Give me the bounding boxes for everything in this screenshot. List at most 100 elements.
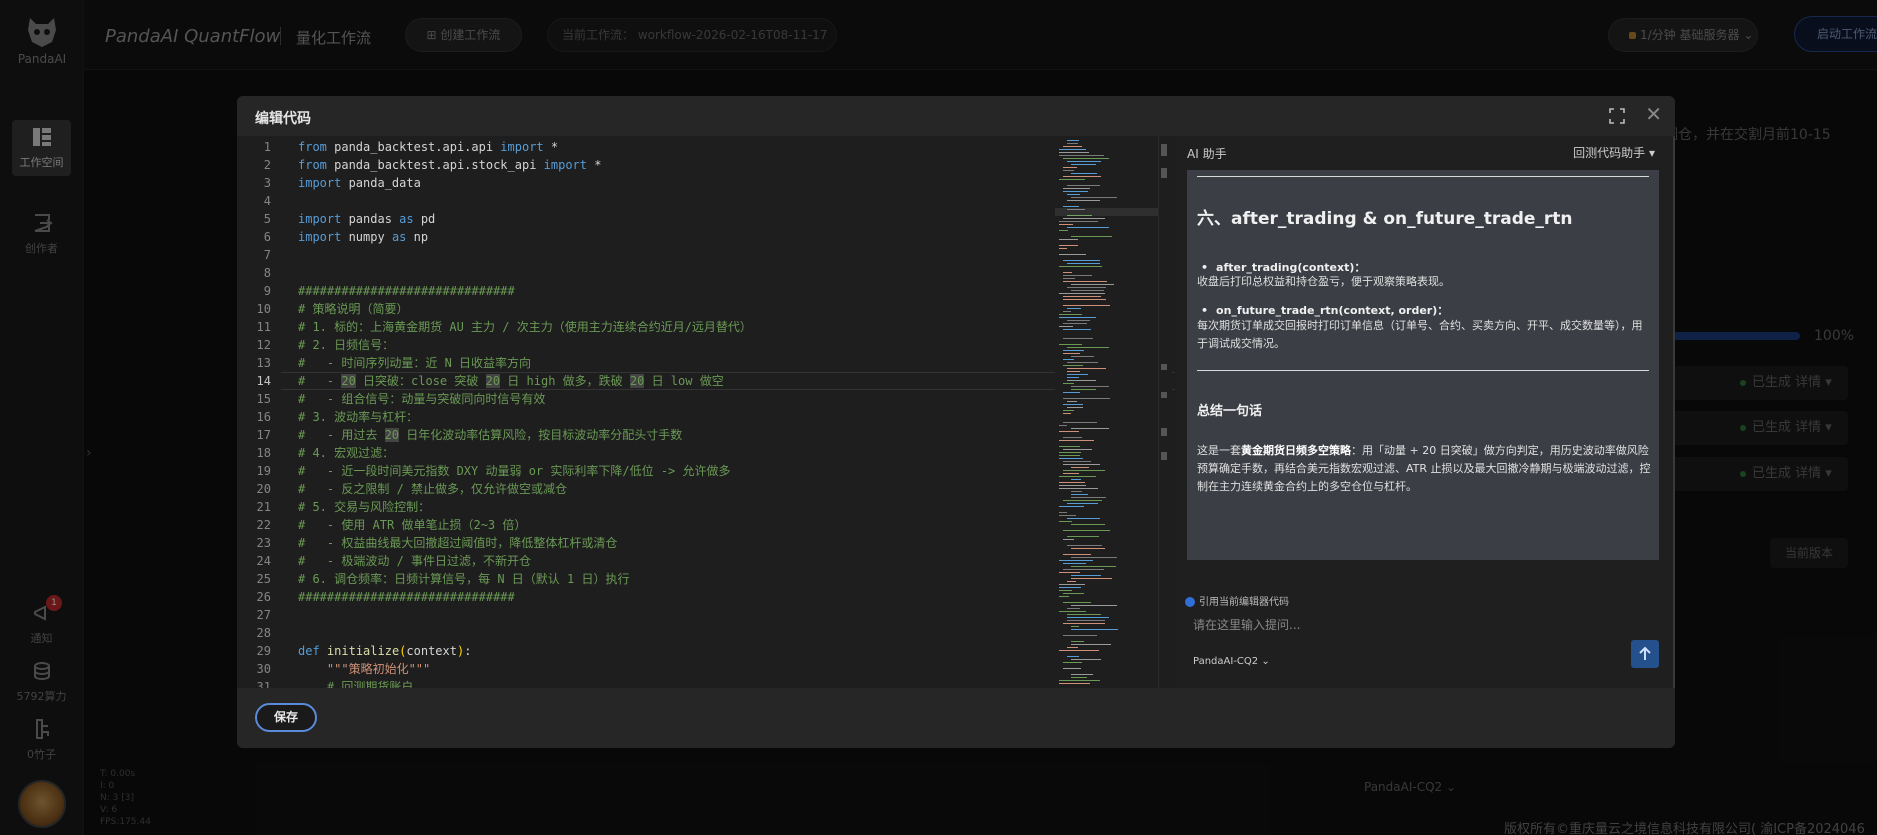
close-icon[interactable]: ✕ bbox=[1645, 104, 1662, 124]
save-button[interactable]: 保存 bbox=[255, 703, 317, 732]
scroll-marker bbox=[1161, 452, 1167, 460]
modal-header: 编辑代码 ✕ bbox=[237, 96, 1675, 136]
minimap-line bbox=[1059, 344, 1082, 345]
code-text[interactable]: # 策略说明（简要） bbox=[298, 300, 408, 318]
minimap-line bbox=[1067, 377, 1079, 378]
reference-code-checkbox[interactable]: 引用当前编辑器代码 bbox=[1185, 593, 1289, 608]
minimap-line bbox=[1059, 683, 1090, 684]
code-text[interactable]: def initialize(context): bbox=[298, 642, 471, 660]
minimap-line bbox=[1067, 608, 1080, 609]
code-text[interactable]: # - 使用 ATR 做单笔止损（2~3 倍） bbox=[298, 516, 526, 534]
code-text[interactable]: import numpy as np bbox=[298, 228, 428, 246]
code-text[interactable]: # 4. 宏观过滤： bbox=[298, 444, 394, 462]
minimap-line bbox=[1063, 146, 1082, 147]
minimap-line bbox=[1059, 314, 1082, 315]
send-button[interactable] bbox=[1631, 640, 1659, 668]
minimap-viewport[interactable] bbox=[1055, 208, 1163, 216]
code-text[interactable]: # 5. 交易与风险控制： bbox=[298, 498, 430, 516]
minimap-line bbox=[1071, 605, 1117, 606]
line-number: 14 bbox=[256, 374, 271, 388]
minimap-line bbox=[1071, 236, 1112, 237]
code-text[interactable]: # 2. 日频信号： bbox=[298, 336, 394, 354]
code-text[interactable]: from panda_backtest.api.stock_api import… bbox=[298, 156, 601, 174]
line-number: 7 bbox=[263, 248, 271, 262]
minimap-line bbox=[1059, 224, 1073, 225]
code-text[interactable]: # - 20 日突破：close 突破 20 日 high 做多，跌破 20 日… bbox=[298, 372, 724, 390]
minimap-line bbox=[1067, 140, 1079, 141]
minimap-line bbox=[1071, 173, 1097, 174]
minimap-line bbox=[1067, 287, 1106, 288]
minimap-line bbox=[1063, 500, 1102, 501]
minimap-line bbox=[1063, 353, 1080, 354]
code-text[interactable]: # - 近一段时间美元指数 DXY 动量弱 or 实际利率下降/低位 -> 允许… bbox=[298, 462, 731, 480]
ai-scrollbar[interactable] bbox=[1673, 136, 1675, 688]
minimap-line bbox=[1063, 260, 1100, 261]
minimap-line bbox=[1063, 323, 1087, 324]
code-text[interactable]: ############################## bbox=[298, 282, 515, 300]
ai-mode-select[interactable]: 回测代码助手 ▾ bbox=[1573, 144, 1655, 161]
code-editor[interactable]: 1 from panda_backtest.api.api import * 2 fr… bbox=[237, 136, 1294, 688]
minimap-line bbox=[1063, 206, 1079, 207]
minimap-line bbox=[1059, 446, 1080, 447]
minimap-line bbox=[1063, 329, 1091, 330]
minimap-line bbox=[1063, 311, 1071, 312]
minimap-line bbox=[1063, 398, 1110, 399]
code-text[interactable]: # 3. 波动率与杠杆： bbox=[298, 408, 418, 426]
divider bbox=[1197, 370, 1649, 371]
code-text[interactable]: # - 时间序列动量：近 N 日收益率方向 bbox=[298, 354, 531, 372]
editor-scrollbar[interactable] bbox=[1158, 136, 1172, 688]
code-text[interactable]: import pandas as pd bbox=[298, 210, 435, 228]
minimap-line bbox=[1067, 185, 1100, 186]
minimap-line bbox=[1067, 536, 1099, 537]
minimap-line bbox=[1071, 356, 1094, 357]
minimap-line bbox=[1059, 488, 1098, 489]
minimap-line bbox=[1071, 557, 1117, 558]
summary-heading: 总结一句话 bbox=[1197, 404, 1263, 419]
line-number: 11 bbox=[256, 320, 271, 334]
minimap-line bbox=[1063, 350, 1084, 351]
line-number: 30 bbox=[256, 662, 271, 676]
line-number: 20 bbox=[256, 482, 271, 496]
fullscreen-icon[interactable] bbox=[1609, 108, 1625, 124]
code-text[interactable]: import panda_data bbox=[298, 174, 421, 192]
minimap-line bbox=[1063, 554, 1091, 555]
code-text[interactable]: """策略初始化""" bbox=[298, 660, 430, 678]
ai-model-select[interactable]: PandaAI-CQ2 ⌄ bbox=[1193, 656, 1270, 667]
scroll-marker bbox=[1161, 392, 1167, 398]
ai-response[interactable]: 六、after_trading & on_future_trade_rtn af… bbox=[1187, 170, 1659, 560]
minimap-line bbox=[1067, 308, 1081, 309]
minimap-line bbox=[1067, 617, 1109, 618]
minimap-line bbox=[1063, 470, 1105, 471]
code-text[interactable]: # - 组合信号：动量与突破同向时信号有效 bbox=[298, 390, 545, 408]
code-text[interactable]: # 回测期货账户 bbox=[298, 678, 413, 688]
code-text[interactable]: # - 权益曲线最大回撤超过阈值时，降低整体杠杆或清仓 bbox=[298, 534, 617, 552]
code-minimap[interactable] bbox=[1055, 136, 1163, 688]
minimap-line bbox=[1067, 161, 1101, 162]
minimap-line bbox=[1067, 614, 1101, 615]
ai-question-input[interactable]: 请在这里输入提问... bbox=[1193, 616, 1653, 638]
minimap-line bbox=[1063, 359, 1074, 360]
line-number: 24 bbox=[256, 554, 271, 568]
minimap-line bbox=[1067, 374, 1088, 375]
minimap-line bbox=[1059, 440, 1094, 441]
minimap-line bbox=[1063, 410, 1074, 411]
code-text[interactable]: # 1. 标的：上海黄金期货 AU 主力 / 次主力（使用主力连续合约近月/远月… bbox=[298, 318, 752, 336]
minimap-line bbox=[1063, 473, 1079, 474]
minimap-line bbox=[1063, 218, 1105, 219]
code-text[interactable]: from panda_backtest.api.api import * bbox=[298, 138, 558, 156]
minimap-line bbox=[1071, 494, 1088, 495]
code-text[interactable]: # 6. 调仓频率：日频计算信号，每 N 日（默认 1 日）执行 bbox=[298, 570, 629, 588]
minimap-line bbox=[1071, 290, 1104, 291]
minimap-line bbox=[1067, 581, 1076, 582]
minimap-line bbox=[1059, 245, 1078, 246]
line-number: 31 bbox=[256, 680, 271, 688]
code-text[interactable]: # - 反之限制 / 禁止做多，仅允许做空或减仓 bbox=[298, 480, 567, 498]
minimap-line bbox=[1067, 503, 1098, 504]
section-heading: 六、after_trading & on_future_trade_rtn bbox=[1197, 209, 1573, 229]
code-text[interactable]: # - 用过去 20 日年化波动率估算风险，按目标波动率分配头寸手数 bbox=[298, 426, 682, 444]
code-text[interactable]: # - 极端波动 / 事件日过滤，不新开仓 bbox=[298, 552, 531, 570]
minimap-line bbox=[1067, 401, 1077, 402]
code-text[interactable]: ############################## bbox=[298, 588, 515, 606]
minimap-line bbox=[1063, 668, 1081, 669]
minimap-line bbox=[1059, 590, 1072, 591]
